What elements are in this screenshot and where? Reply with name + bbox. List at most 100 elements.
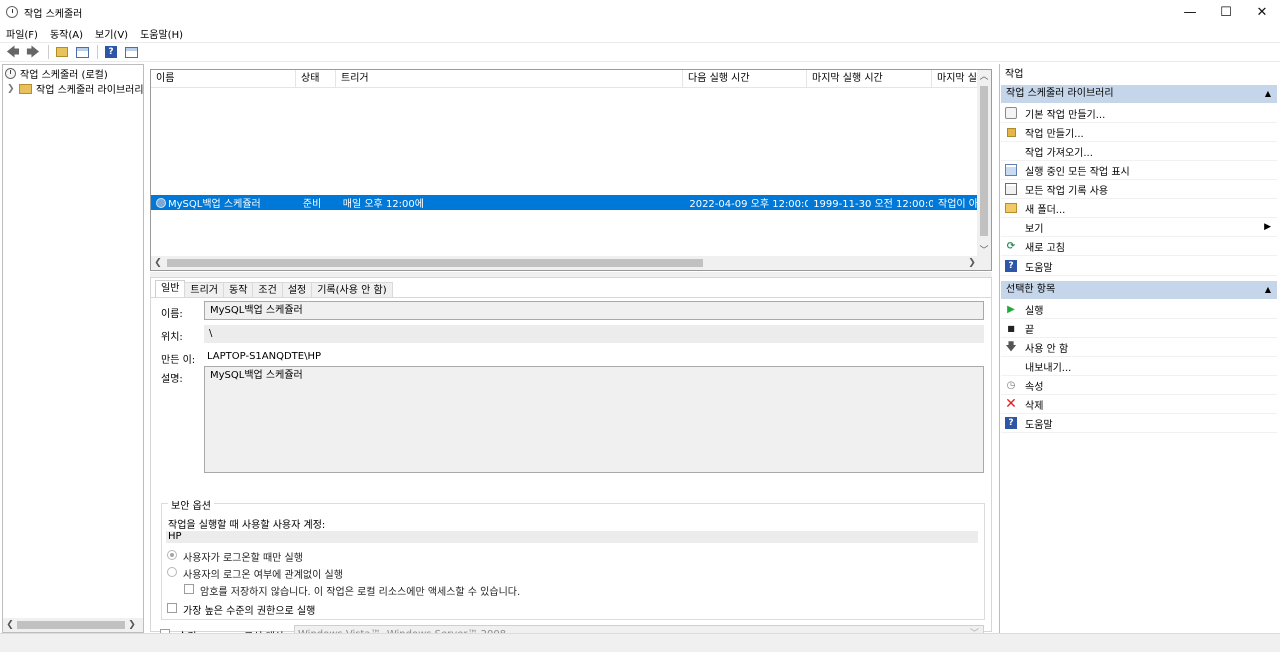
action-pane: 작업 작업 스케줄러 라이브러리 ▲ 기본 작업 만들기... 작업 만들기..… [999, 64, 1279, 633]
location-field: \ [204, 325, 984, 343]
action-help-library[interactable]: ? 도움말 [1001, 257, 1277, 276]
column-last-result[interactable]: 마지막 실 [932, 70, 979, 88]
scroll-thumb[interactable] [980, 86, 988, 236]
new-folder-icon [1005, 202, 1017, 214]
scroll-right-icon[interactable]: ❯ [965, 256, 979, 270]
table-row[interactable]: MySQL백업 스케쥴러 준비 매일 오후 12:00에 2022-04-09 … [151, 195, 979, 210]
action-export[interactable]: 내보내기... [1001, 357, 1277, 376]
action-create-task[interactable]: 작업 만들기... [1001, 123, 1277, 142]
task-list-vertical-scrollbar[interactable]: ︿ ﹀ [977, 70, 991, 258]
show-hide-action-pane-button[interactable] [122, 44, 140, 60]
tab-conditions[interactable]: 조건 [252, 282, 283, 297]
radio-run-whether[interactable] [167, 567, 177, 577]
task-list: 이름 상태 트리거 다음 실행 시간 마지막 실행 시간 마지막 실 MySQL… [150, 69, 992, 271]
action-end[interactable]: ■ 끝 [1001, 319, 1277, 338]
action-properties[interactable]: ◷ 속성 [1001, 376, 1277, 395]
maximize-button[interactable]: ☐ [1208, 0, 1244, 24]
blank-icon [1005, 145, 1017, 157]
checkbox-highest-privileges[interactable] [167, 603, 177, 613]
action-new-folder[interactable]: 새 폴더... [1001, 199, 1277, 218]
tree-item-label: 작업 스케줄러 라이브러리 [36, 85, 144, 96]
scroll-right-icon[interactable]: ❯ [125, 620, 139, 630]
chevron-right-icon[interactable]: ❯ [7, 84, 17, 94]
checkbox-no-password[interactable] [184, 584, 194, 594]
column-last-run[interactable]: 마지막 실행 시간 [807, 70, 932, 88]
create-basic-task-icon [1005, 107, 1017, 119]
help-button[interactable]: ? [102, 44, 120, 60]
action-run[interactable]: ▶ 실행 [1001, 300, 1277, 319]
tab-settings[interactable]: 설정 [281, 282, 313, 297]
description-field[interactable]: MySQL백업 스케쥴러 [204, 366, 984, 473]
column-name[interactable]: 이름 [151, 70, 296, 88]
blank-icon [1005, 360, 1017, 372]
task-last-result: 작업이 아 [938, 199, 979, 210]
back-arrow-icon: 🡄 [6, 44, 20, 60]
task-next-run: 2022-04-09 오후 12:00:00 [689, 199, 809, 210]
tree-item-library[interactable]: ❯ 작업 스케줄러 라이브러리 [7, 81, 144, 96]
description-label: 설명: [161, 374, 183, 385]
action-label: 작업 만들기... [1025, 128, 1084, 140]
column-next-run[interactable]: 다음 실행 시간 [683, 70, 807, 88]
action-label: 새로 고침 [1025, 242, 1065, 254]
action-enable-history[interactable]: 모든 작업 기록 사용 [1001, 180, 1277, 199]
menu-file[interactable]: 파일(F) [6, 26, 38, 41]
show-hide-console-tree-button[interactable] [73, 44, 91, 60]
tab-general[interactable]: 일반 [155, 280, 186, 297]
close-button[interactable]: ✕ [1244, 0, 1280, 24]
up-one-level-button[interactable] [53, 44, 71, 60]
action-label: 삭제 [1025, 400, 1044, 412]
tree-horizontal-scrollbar[interactable]: ❮ ❯ [3, 618, 143, 632]
task-status: 준비 [302, 199, 322, 210]
scroll-up-icon[interactable]: ︿ [977, 70, 991, 84]
menu-view[interactable]: 보기(V) [95, 26, 128, 41]
task-history-icon [1005, 183, 1017, 195]
help-icon: ? [1005, 260, 1017, 272]
section-library[interactable]: 작업 스케줄러 라이브러리 ▲ [1001, 85, 1277, 103]
action-view[interactable]: 보기 ▶ [1001, 218, 1277, 237]
general-tab-body: 이름: MySQL백업 스케쥴러 위치: \ 만든 이: LAPTOP-S1AN… [151, 297, 991, 644]
action-display-running-tasks[interactable]: 실행 중인 모든 작업 표시 [1001, 161, 1277, 180]
tab-triggers[interactable]: 트리거 [184, 282, 225, 297]
scroll-left-icon[interactable]: ❮ [3, 620, 17, 630]
action-refresh[interactable]: ⟳ 새로 고침 [1001, 237, 1277, 256]
name-field[interactable]: MySQL백업 스케쥴러 [204, 301, 984, 320]
action-label: 작업 가져오기... [1025, 147, 1093, 159]
folder-icon [19, 83, 32, 94]
action-label: 보기 [1025, 223, 1044, 235]
tab-history[interactable]: 기록(사용 안 함) [311, 282, 393, 297]
action-delete[interactable]: ✕ 삭제 [1001, 395, 1277, 414]
action-create-basic-task[interactable]: 기본 작업 만들기... [1001, 104, 1277, 123]
tab-actions[interactable]: 동작 [223, 282, 254, 297]
column-trigger[interactable]: 트리거 [336, 70, 683, 88]
action-pane-icon [124, 46, 138, 58]
security-options-group: 보안 옵션 작업을 실행할 때 사용할 사용자 계정: HP 사용자가 로그온할… [161, 497, 985, 620]
scroll-thumb[interactable] [17, 621, 125, 629]
action-label: 새 폴더... [1025, 204, 1066, 216]
location-label: 위치: [161, 332, 183, 343]
author-label: 만든 이: [161, 355, 196, 366]
action-label: 실행 [1025, 305, 1044, 317]
column-status[interactable]: 상태 [296, 70, 336, 88]
folder-up-icon [56, 47, 68, 57]
menu-help[interactable]: 도움말(H) [140, 26, 183, 41]
refresh-icon: ⟳ [1006, 240, 1016, 252]
action-label: 내보내기... [1025, 362, 1072, 374]
tree-item-local[interactable]: 작업 스케줄러 (로컬) [5, 66, 108, 81]
back-button[interactable]: 🡄 [4, 44, 22, 60]
scroll-left-icon[interactable]: ❮ [151, 256, 165, 270]
blank-icon [1005, 221, 1017, 233]
collapse-icon[interactable]: ▲ [1265, 85, 1271, 103]
radio-run-logged-on[interactable] [167, 550, 177, 560]
action-help-selected[interactable]: ? 도움말 [1001, 414, 1277, 433]
minimize-button[interactable]: — [1172, 0, 1208, 24]
scroll-thumb[interactable] [167, 259, 703, 267]
menu-action[interactable]: 동작(A) [50, 26, 83, 41]
action-disable[interactable]: 🡇 사용 안 함 [1001, 338, 1277, 357]
collapse-icon[interactable]: ▲ [1265, 281, 1271, 299]
action-import-task[interactable]: 작업 가져오기... [1001, 142, 1277, 161]
task-list-horizontal-scrollbar[interactable]: ❮ ❯ [151, 256, 991, 270]
forward-button[interactable]: 🡆 [24, 44, 42, 60]
console-tree: 작업 스케줄러 (로컬) ❯ 작업 스케줄러 라이브러리 ❮ ❯ [2, 64, 144, 633]
section-selected-item[interactable]: 선택한 항목 ▲ [1001, 281, 1277, 299]
section-selected-title: 선택한 항목 [1006, 284, 1056, 295]
